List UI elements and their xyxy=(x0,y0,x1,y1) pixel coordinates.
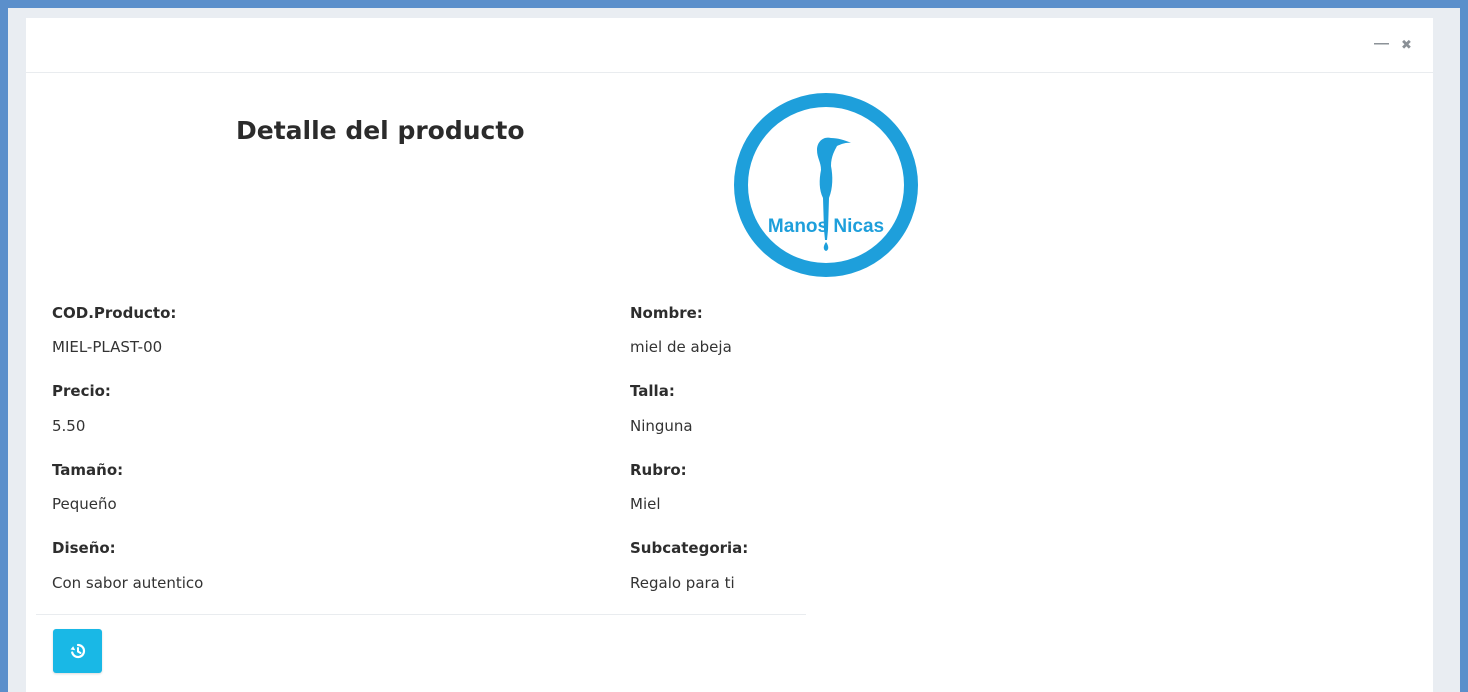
precio-value: 5.50 xyxy=(52,417,86,435)
rubro-value: Miel xyxy=(630,495,661,513)
nombre-label: Nombre: xyxy=(630,304,703,322)
close-icon[interactable]: ✖ xyxy=(1401,38,1412,51)
footer-divider xyxy=(36,614,806,615)
minimize-icon[interactable]: — xyxy=(1374,36,1389,51)
cod-producto-value: MIEL-PLAST-00 xyxy=(52,338,163,356)
tamano-label: Tamaño: xyxy=(52,461,124,479)
page-title: Detalle del producto xyxy=(236,116,525,145)
manos-nicas-logo: Manos Nicas xyxy=(734,93,918,277)
product-detail-panel: — ✖ Detalle del producto Manos Nicas COD… xyxy=(26,18,1433,692)
cod-producto-label: COD.Producto: xyxy=(52,304,177,322)
talla-value: Ninguna xyxy=(630,417,693,435)
precio-label: Precio: xyxy=(52,382,111,400)
diseno-value: Con sabor autentico xyxy=(52,574,204,592)
window-frame: — ✖ Detalle del producto Manos Nicas COD… xyxy=(8,8,1460,692)
back-button[interactable] xyxy=(53,629,102,673)
rubro-label: Rubro: xyxy=(630,461,687,479)
logo-text: Manos Nicas xyxy=(768,216,884,237)
history-icon xyxy=(70,643,85,659)
tamano-value: Pequeño xyxy=(52,495,117,513)
nombre-value: miel de abeja xyxy=(630,338,732,356)
subcategoria-label: Subcategoria: xyxy=(630,539,749,557)
talla-label: Talla: xyxy=(630,382,675,400)
panel-header: — ✖ xyxy=(26,18,1433,73)
subcategoria-value: Regalo para ti xyxy=(630,574,735,592)
diseno-label: Diseño: xyxy=(52,539,116,557)
